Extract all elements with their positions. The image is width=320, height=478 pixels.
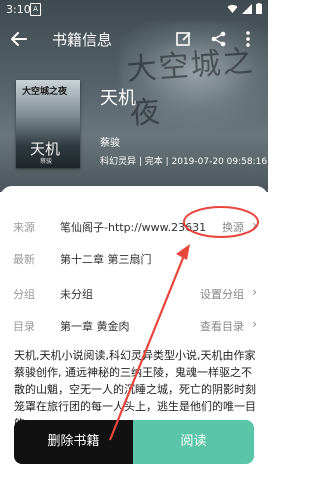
toc-value: 第一章 黄金肉: [60, 320, 130, 333]
latest-label: 最新: [13, 253, 35, 266]
chevron-right-icon: ›: [252, 285, 257, 299]
book-title: 天机: [100, 88, 136, 109]
battery-icon: [256, 3, 262, 14]
status-icons: [227, 3, 262, 14]
share-icon[interactable]: [209, 29, 229, 49]
cover-author: 蔡骏: [40, 158, 53, 165]
edit-icon[interactable]: [174, 29, 194, 49]
more-vert-icon[interactable]: [238, 29, 258, 49]
view-toc-button[interactable]: 查看目录: [200, 318, 244, 334]
latest-row: 最新 第十二章 第三扇门: [0, 246, 268, 270]
book-cover: 大空城之夜 天机 蔡骏: [16, 80, 80, 168]
top-toolbar: 书籍信息: [0, 22, 268, 56]
cover-top-text: 大空城之夜: [22, 87, 68, 97]
read-button[interactable]: 阅读: [133, 420, 254, 464]
set-group-button[interactable]: 设置分组: [200, 286, 244, 302]
source-value: 笔仙阁子-http://www.23631: [60, 221, 207, 234]
book-header-background: 大空城之夜 3:10 A 书籍信息 大空城之夜 天机 蔡骏 天机 蔡骏 科幻灵异…: [0, 0, 268, 192]
toc-label: 目录: [13, 320, 35, 333]
status-time: 3:10: [6, 3, 31, 16]
sim-indicator: A: [30, 3, 41, 16]
chevron-right-icon: ›: [252, 317, 257, 331]
back-arrow-icon[interactable]: [8, 28, 30, 50]
group-row[interactable]: 分组 未分组 设置分组 ›: [0, 281, 268, 305]
signal-icon: [242, 3, 252, 14]
status-bar: 3:10 A: [0, 0, 268, 20]
delete-book-button[interactable]: 删除书籍: [14, 420, 133, 464]
book-meta: 科幻灵异 | 完本 | 2019-07-20 09:58:16: [100, 157, 268, 167]
book-author: 蔡骏: [100, 138, 120, 149]
toc-row[interactable]: 目录 第一章 黄金肉 查看目录 ›: [0, 313, 268, 337]
latest-value: 第十二章 第三扇门: [60, 253, 152, 266]
change-source-button[interactable]: 换源: [222, 219, 244, 235]
chevron-right-icon: ›: [252, 218, 257, 232]
page-title: 书籍信息: [52, 31, 113, 49]
source-row[interactable]: 来源 笔仙阁子-http://www.23631 换源 ›: [0, 214, 268, 238]
wifi-icon: [227, 4, 238, 13]
group-label: 分组: [13, 288, 35, 301]
source-label: 来源: [13, 221, 35, 234]
group-value: 未分组: [60, 288, 93, 301]
